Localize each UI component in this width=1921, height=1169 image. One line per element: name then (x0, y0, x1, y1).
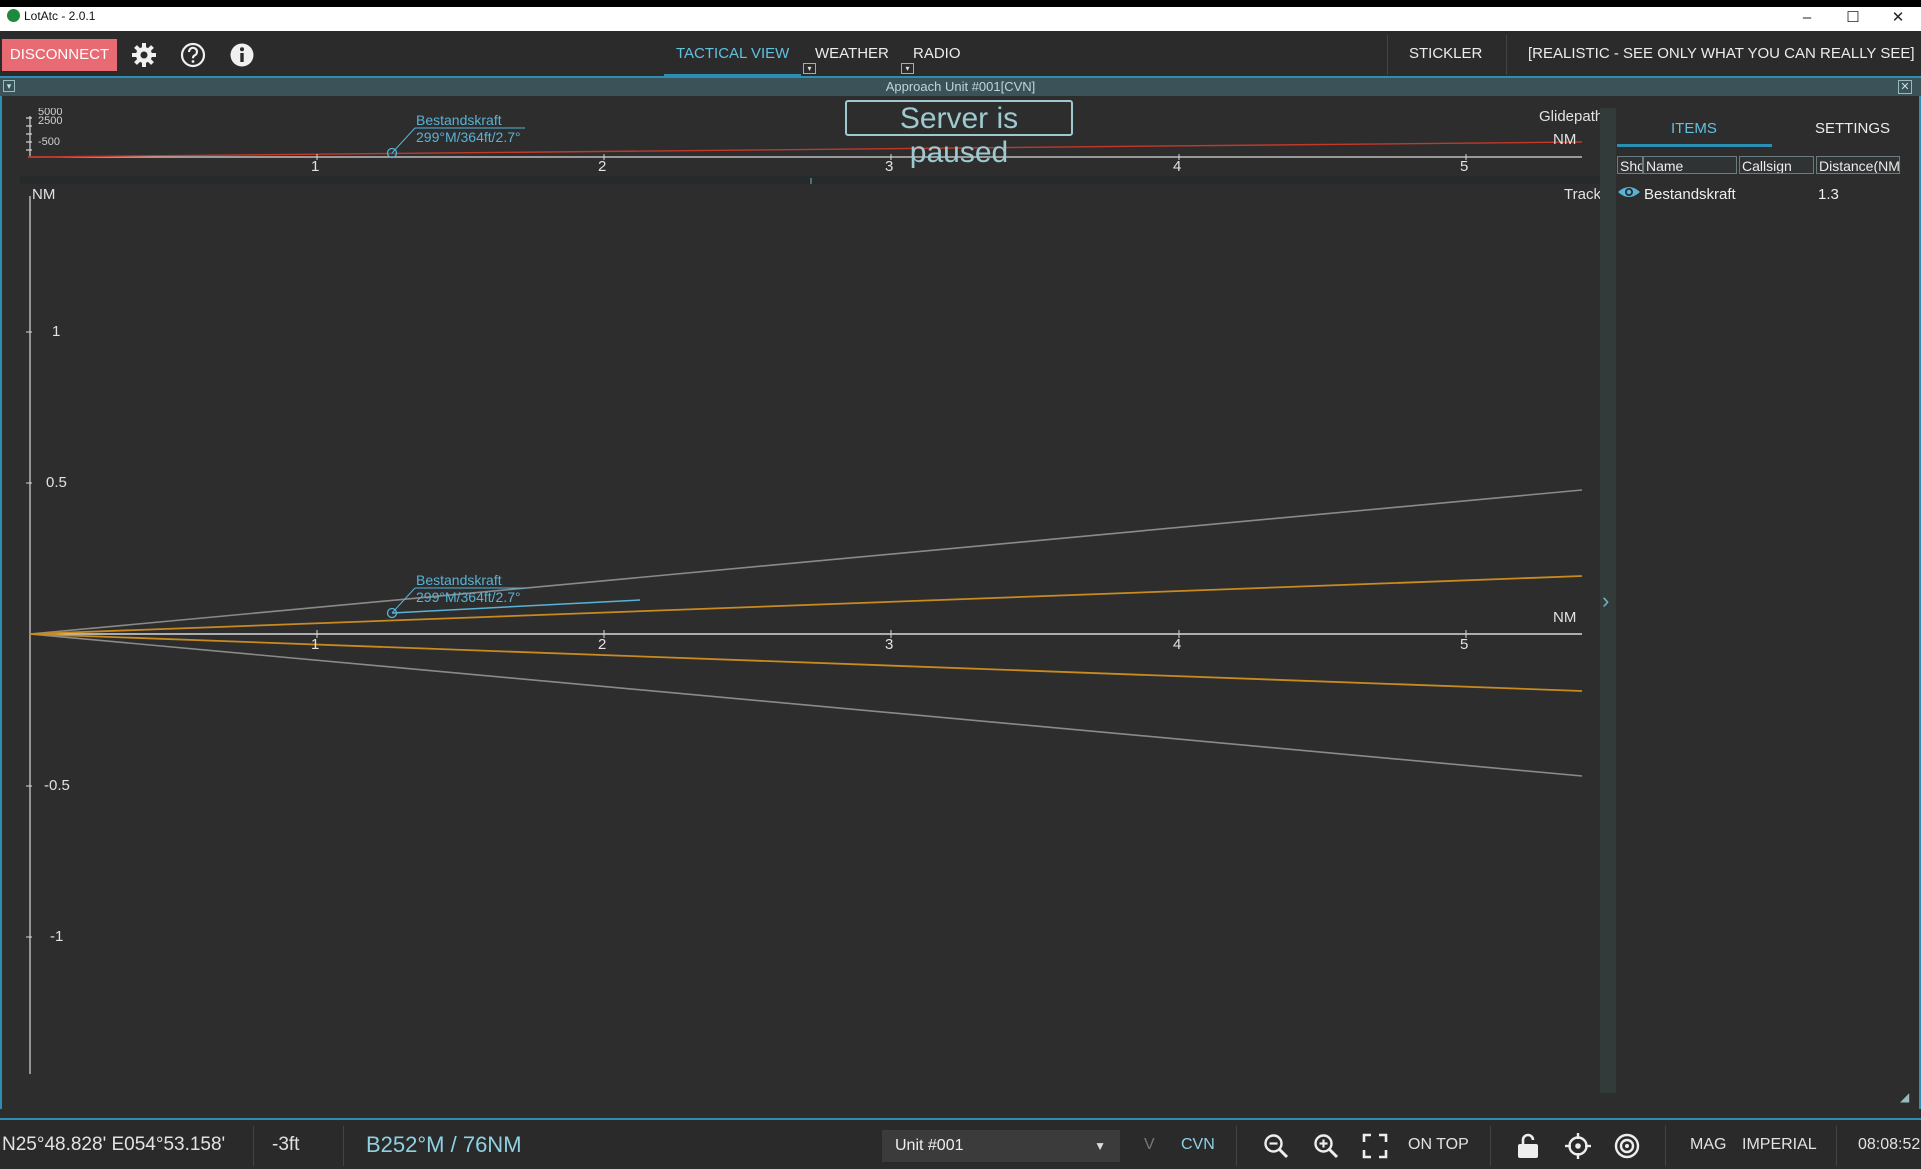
track-x-tick: 3 (885, 636, 894, 653)
panel-header: ▾ Approach Unit #001[CVN] ✕ (0, 78, 1921, 96)
tab-tactical-view[interactable]: TACTICAL VIEW (676, 45, 789, 62)
glidepath-target-name[interactable]: Bestandskraft (416, 112, 502, 129)
unit-select[interactable]: Unit #001 ▼ (882, 1130, 1120, 1162)
track-x-unit: NM (1553, 609, 1577, 626)
imperial-toggle[interactable]: IMPERIAL (1742, 1136, 1817, 1154)
track-y-tick: 0.5 (46, 474, 67, 491)
lock-icon[interactable] (1514, 1132, 1542, 1160)
item-name[interactable]: Bestandskraft (1644, 186, 1736, 203)
col-header-callsign[interactable]: Callsign (1739, 156, 1814, 174)
toolbar-divider (1387, 35, 1388, 75)
fullscreen-icon[interactable] (1361, 1132, 1389, 1160)
info-icon[interactable] (228, 41, 256, 69)
item-distance: 1.3 (1818, 186, 1839, 203)
course-outer-upper (29, 489, 1583, 635)
glidepath-unit: NM (1553, 131, 1577, 148)
cvn-toggle[interactable]: CVN (1181, 1136, 1215, 1154)
col-header-distance[interactable]: Distance(NM (1816, 156, 1900, 174)
altitude-label: -500 (38, 136, 61, 148)
course-outer-lower (29, 633, 1583, 777)
unit-select-value: Unit #001 (895, 1137, 964, 1154)
close-button[interactable]: ✕ (1875, 7, 1921, 31)
tab-items[interactable]: ITEMS (1671, 120, 1717, 137)
tactical-view-dropdown-icon[interactable]: ▾ (803, 63, 816, 74)
items-tab-indicator (1617, 144, 1772, 147)
track-y-tick: -1 (50, 928, 64, 945)
active-tab-indicator (664, 74, 801, 77)
glidepath-x-tick: 2 (598, 158, 607, 175)
track-target-name[interactable]: Bestandskraft (416, 572, 502, 589)
glidepath-x-tick: 4 (1173, 158, 1182, 175)
glidepath-line (27, 141, 1583, 158)
track-x-tick: 4 (1173, 636, 1182, 653)
tab-settings[interactable]: SETTINGS (1815, 120, 1890, 137)
status-bar: N25°48.828' E054°53.158' -3ft B252°M / 7… (0, 1118, 1921, 1169)
on-top-toggle[interactable]: ON TOP (1408, 1136, 1469, 1154)
status-divider (1490, 1126, 1491, 1166)
track-y-tick: 1 (52, 323, 61, 340)
resize-grip-icon[interactable]: ◢ (1900, 1090, 1909, 1104)
glidepath-x-tick: 3 (885, 158, 894, 175)
help-icon[interactable] (179, 41, 207, 69)
minimize-button[interactable]: – (1784, 7, 1830, 31)
status-divider (343, 1126, 344, 1166)
status-divider (1836, 1126, 1837, 1166)
track-x-tick: 2 (598, 636, 607, 653)
cursor-altitude: -3ft (272, 1134, 300, 1155)
track-x-tick: 5 (1460, 636, 1469, 653)
scope-graphics (20, 116, 1600, 1074)
track-x-tick: 1 (311, 636, 320, 653)
track-target-info: 299°M/364ft/2.7° (416, 589, 521, 605)
glidepath-title: Glidepath (1539, 108, 1604, 125)
altitude-scale: 5000 2500 -500 (38, 108, 78, 150)
tab-radio[interactable]: RADIO (913, 45, 961, 62)
target-icon[interactable] (1613, 1132, 1641, 1160)
weather-dropdown-icon[interactable]: ▾ (901, 63, 914, 74)
main-toolbar: DISCONNECT TACTICAL VIEW ▾ WEATHER ▾ RAD… (0, 31, 1921, 78)
approach-scope[interactable]: 5000 2500 -500 Bestandskraft 299°M/364ft… (0, 96, 1604, 1109)
server-paused-banner: Server is paused (845, 100, 1073, 169)
track-title: Track (1564, 186, 1601, 203)
col-header-name[interactable]: Name (1643, 156, 1737, 174)
glidepath-x-tick: 1 (311, 158, 320, 175)
course-inner-upper (29, 575, 1583, 635)
app-logo-icon (7, 9, 20, 22)
side-panel: ITEMS SETTINGS Sho Name Callsign Distanc… (1600, 96, 1921, 1109)
bearing-range: B252°M / 76NM (366, 1132, 522, 1157)
cursor-coordinates: N25°48.828' E054°53.158' (2, 1134, 226, 1155)
crosshair-icon[interactable] (1564, 1132, 1592, 1160)
visibility-mode-button[interactable]: [REALISTIC - SEE ONLY WHAT YOU CAN REALL… (1528, 45, 1915, 62)
toolbar-divider (1506, 35, 1507, 75)
course-inner-lower (29, 633, 1583, 692)
zoom-out-icon[interactable] (1262, 1132, 1290, 1160)
maximize-button[interactable]: ☐ (1830, 7, 1876, 31)
col-header-show[interactable]: Sho (1617, 156, 1643, 174)
panel-close-icon[interactable]: ✕ (1898, 80, 1912, 94)
glidepath-target-info: 299°M/364ft/2.7° (416, 129, 521, 145)
window-title: LotAtc - 2.0.1 (24, 9, 96, 23)
stickler-button[interactable]: STICKLER (1409, 45, 1482, 62)
mag-toggle[interactable]: MAG (1690, 1136, 1726, 1154)
status-divider (1665, 1126, 1666, 1166)
status-divider (1236, 1126, 1237, 1166)
status-divider (253, 1126, 254, 1166)
gear-icon[interactable] (130, 41, 158, 69)
zoom-in-icon[interactable] (1312, 1132, 1340, 1160)
altitude-label: 2500 (38, 115, 63, 127)
disconnect-button[interactable]: DISCONNECT (2, 39, 117, 71)
glidepath-x-tick: 5 (1460, 158, 1469, 175)
track-y-unit: NM (32, 186, 56, 203)
track-y-tick: -0.5 (44, 777, 70, 794)
chevron-down-icon: ▼ (1094, 1139, 1106, 1153)
clock: 08:08:52 (1858, 1136, 1921, 1153)
v-toggle[interactable]: V (1144, 1136, 1155, 1154)
eye-icon[interactable] (1617, 184, 1641, 200)
panel-title: Approach Unit #001[CVN] (885, 79, 1036, 94)
window-titlebar: LotAtc - 2.0.1 – ☐ ✕ (0, 0, 1921, 31)
tab-weather[interactable]: WEATHER (815, 45, 889, 62)
